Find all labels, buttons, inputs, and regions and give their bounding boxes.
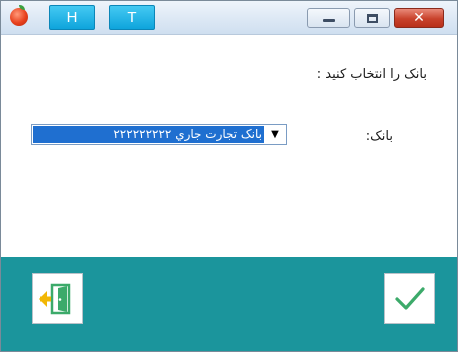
select-bank-prompt: بانک را انتخاب کنید : <box>316 67 427 82</box>
action-footer <box>1 257 457 351</box>
titlebar-button-t[interactable]: T <box>109 5 155 30</box>
maximize-icon <box>367 14 378 23</box>
checkmark-icon <box>395 287 425 310</box>
exit-button[interactable] <box>32 273 83 324</box>
maximize-button[interactable] <box>354 8 390 28</box>
title-bar: H T ✕ <box>1 1 457 35</box>
chevron-down-icon[interactable]: ▼ <box>265 126 285 143</box>
close-button[interactable]: ✕ <box>394 8 444 28</box>
minimize-icon <box>323 19 335 22</box>
dialog-window: H T ✕ بانک را انتخاب کنید : بانک: بانک ت… <box>0 0 458 352</box>
bank-field-label: بانک: <box>365 129 393 144</box>
close-icon: ✕ <box>413 10 425 26</box>
bank-select-value: بانک تجارت جاري ۲۲۲۲۲۲۲۲۲ <box>33 126 264 143</box>
confirm-button[interactable] <box>384 273 435 324</box>
minimize-button[interactable] <box>307 8 350 28</box>
exit-door-icon <box>39 283 71 315</box>
titlebar-button-h[interactable]: H <box>49 5 95 30</box>
bank-select[interactable]: بانک تجارت جاري ۲۲۲۲۲۲۲۲۲ ▼ <box>31 124 287 145</box>
app-logo-icon <box>10 5 28 26</box>
